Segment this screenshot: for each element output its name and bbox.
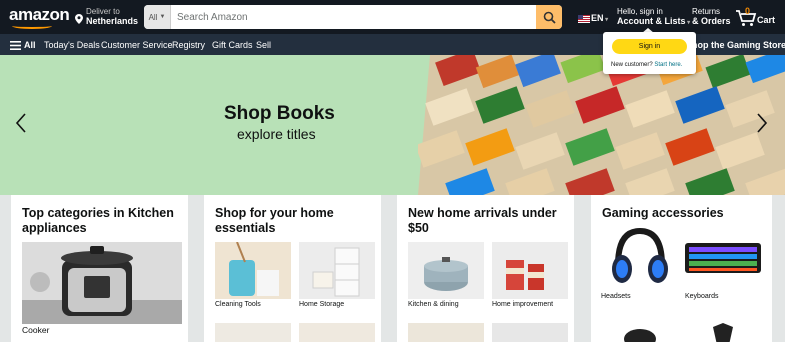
home-storage-photo [299,242,375,299]
subnav-todays-deals[interactable]: Today's Deals [44,40,100,50]
gaming-chair-photo [713,323,733,342]
card-title[interactable]: Top categories in Kitchen appliances [22,206,188,236]
chevron-right-icon[interactable] [755,112,769,134]
hero-subtitle: explore titles [237,126,316,142]
top-nav: amazon Deliver to Netherlands All ▼ EN ▾… [0,0,785,34]
returns-label[interactable]: Returns [692,7,720,16]
item-label[interactable]: Headsets [601,293,631,300]
gaming-headset-photo [612,227,668,283]
item-label[interactable]: Keyboards [685,293,718,300]
product-image[interactable] [683,323,763,342]
card-kitchen-appliances: Top categories in Kitchen appliances Coo… [11,195,188,342]
item-label[interactable]: Home Storage [299,301,344,308]
search-category-select[interactable]: All ▼ [144,5,171,29]
search-input[interactable] [171,5,536,29]
search-button[interactable] [536,5,562,29]
amazon-smile-icon [12,23,52,29]
cart-label[interactable]: Cart [757,15,775,25]
account-greeting[interactable]: Hello, sign in [617,7,663,16]
account-lists-label: Account & Lists [617,16,686,26]
card-new-home-arrivals: New home arrivals under $50 Kitchen & di… [397,195,574,342]
cart-count: 0 [745,6,751,16]
amazon-logo[interactable]: amazon [9,5,70,25]
home-storage-image[interactable] [299,242,375,299]
caret-down-icon: ▾ [685,20,691,26]
start-here-link[interactable]: Start here. [654,62,682,68]
gaming-keyboard-photo [685,243,761,273]
subnav-customer-service[interactable]: Customer Service [101,40,173,50]
gaming-mouse-photo [624,329,656,342]
subnav-sell[interactable]: Sell [256,40,271,50]
language-label: EN [591,13,604,23]
cooker-image[interactable] [22,242,182,324]
dutch-oven-photo [408,242,484,299]
subnav-gaming-store[interactable]: hop the Gaming Store [692,40,785,50]
card-title[interactable]: New home arrivals under $50 [408,206,574,236]
signin-button[interactable]: Sign in [612,39,687,54]
product-image[interactable] [600,323,678,342]
search-bar: All ▼ [144,5,562,29]
search-category-label: All [148,12,158,22]
language-selector[interactable]: EN ▾ [591,13,608,23]
card-gaming-accessories: Gaming accessories Headsets Keyboards [591,195,772,342]
location-pin-icon [75,14,83,24]
cleaning-tools-photo [215,241,291,299]
deliver-to-label[interactable]: Deliver to [86,7,120,16]
pressure-cooker-image [22,242,182,324]
product-image[interactable] [215,323,291,342]
caret-down-icon: ▼ [159,14,166,20]
home-improvement-image[interactable] [492,242,568,299]
search-icon [543,11,556,24]
headsets-image[interactable] [600,225,678,289]
canisters-photo [492,242,568,299]
item-label[interactable]: Home improvement [492,301,553,308]
card-home-essentials: Shop for your home essentials Cleaning T… [204,195,381,342]
signin-flyout: Sign in New customer? Start here. [603,32,696,74]
keyboards-image[interactable] [683,225,763,289]
orders-label[interactable]: & Orders [692,16,731,26]
hamburger-menu-icon[interactable] [10,41,21,50]
item-label[interactable]: Cleaning Tools [215,301,261,308]
product-image[interactable] [408,323,484,342]
product-image[interactable] [492,323,568,342]
product-image[interactable] [299,323,375,342]
us-flag-icon[interactable] [578,15,590,23]
caret-down-icon: ▾ [603,17,609,23]
deliver-location[interactable]: Netherlands [86,16,138,26]
card-title[interactable]: Shop for your home essentials [215,206,381,236]
hero-title: Shop Books [224,103,335,124]
subnav-registry[interactable]: Registry [172,40,205,50]
item-label[interactable]: Kitchen & dining [408,301,459,308]
all-menu-button[interactable]: All [24,40,36,50]
account-lists[interactable]: Account & Lists ▾ [617,16,690,26]
new-customer-label: New customer? [611,62,653,68]
item-label[interactable]: Cooker [22,325,49,335]
cleaning-tools-image[interactable] [215,241,291,299]
subnav-gift-cards[interactable]: Gift Cards [212,40,253,50]
card-title[interactable]: Gaming accessories [602,206,724,221]
hero-banner[interactable]: Shop Books explore titles [0,55,785,195]
new-customer-text: New customer? Start here. [611,62,682,68]
books-photo [418,55,785,195]
kitchen-dining-image[interactable] [408,242,484,299]
chevron-left-icon[interactable] [14,112,28,134]
